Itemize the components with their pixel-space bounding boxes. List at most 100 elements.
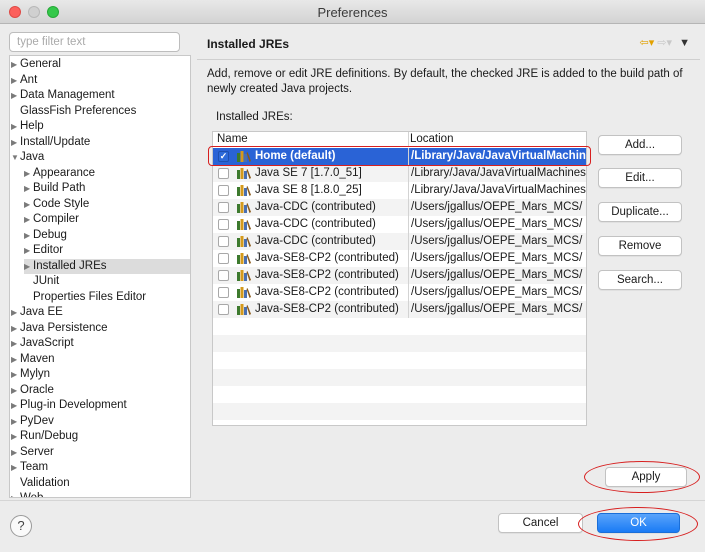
tree-item[interactable]: ▶ Ant (11, 73, 37, 89)
tree-item[interactable]: Validation (11, 476, 70, 492)
table-row[interactable]: Java-CDC (contributed) /Users/jgallus/OEP… (213, 233, 586, 250)
column-header-location[interactable]: Location (410, 133, 453, 145)
apply-button[interactable]: Apply (605, 467, 687, 487)
jre-library-icon (237, 270, 251, 281)
collapsed-arrow-icon[interactable]: ▶ (11, 57, 20, 73)
tree-item[interactable]: ▶ PyDev (11, 414, 54, 430)
column-header-name[interactable]: Name (217, 133, 248, 145)
table-row[interactable]: ✓ Home (default) /Library/Java/JavaVirtual… (213, 148, 586, 165)
collapsed-arrow-icon[interactable]: ▶ (24, 228, 33, 244)
table-row[interactable]: Java SE 7 [1.7.0_51] /Library/Java/JavaVi… (213, 165, 586, 182)
collapsed-arrow-icon[interactable]: ▶ (11, 135, 20, 151)
collapsed-arrow-icon[interactable]: ▶ (11, 398, 20, 414)
jre-checkbox[interactable] (218, 185, 229, 196)
jre-checkbox[interactable]: ✓ (218, 151, 229, 162)
table-row[interactable]: Java-CDC (contributed) /Users/jgallus/OEP… (213, 216, 586, 233)
jre-name-cell: Java-SE8-CP2 (contributed) (255, 303, 399, 315)
column-divider[interactable] (408, 132, 409, 147)
tree-item[interactable]: GlassFish Preferences (11, 104, 136, 120)
table-row[interactable]: Java-SE8-CP2 (contributed) /Users/jgallus… (213, 250, 586, 267)
tree-item[interactable]: ▶ Help (11, 119, 44, 135)
installed-jres-table[interactable]: Name Location ✓ Home (default) /Library/Ja… (212, 131, 587, 426)
preference-tree[interactable]: ▶ General ▶ Ant ▶ Data Management GlassFish Pr… (9, 55, 191, 498)
collapsed-arrow-icon[interactable]: ▶ (11, 336, 20, 352)
table-row[interactable]: Java SE 8 [1.8.0_25] /Library/Java/JavaVi… (213, 182, 586, 199)
jre-checkbox[interactable] (218, 219, 229, 230)
collapsed-arrow-icon[interactable]: ▶ (24, 166, 33, 182)
jre-checkbox[interactable] (218, 236, 229, 247)
tree-item[interactable]: ▶ Team (11, 460, 48, 476)
collapsed-arrow-icon[interactable]: ▶ (11, 305, 20, 321)
jre-checkbox[interactable] (218, 270, 229, 281)
tree-item[interactable]: ▶ Maven (11, 352, 55, 368)
table-row[interactable]: Java-SE8-CP2 (contributed) /Users/jgallus… (213, 267, 586, 284)
filter-input[interactable]: type filter text (9, 32, 180, 52)
tree-item[interactable]: ▶Web (11, 491, 43, 497)
tree-item[interactable]: ▼Java (11, 150, 44, 166)
tree-item[interactable]: ▶ Run/Debug (11, 429, 78, 445)
jre-name-cell: Java-CDC (contributed) (255, 235, 376, 247)
collapsed-arrow-icon[interactable]: ▶ (11, 73, 20, 89)
tree-item[interactable]: ▶ Installed JREs (24, 258, 190, 275)
collapsed-arrow-icon[interactable]: ▶ (24, 212, 33, 228)
search-button[interactable]: Search... (598, 270, 682, 290)
jre-checkbox[interactable] (218, 304, 229, 315)
tree-item[interactable]: ▶ Editor (24, 243, 63, 259)
collapsed-arrow-icon[interactable]: ▶ (24, 259, 33, 275)
jre-checkbox[interactable] (218, 287, 229, 298)
tree-item[interactable]: ▶ General (11, 57, 61, 73)
help-icon[interactable]: ? (10, 515, 32, 537)
jre-checkbox[interactable] (218, 202, 229, 213)
table-row[interactable]: Java-SE8-CP2 (contributed) /Users/jgallus… (213, 284, 586, 301)
collapsed-arrow-icon[interactable]: ▶ (11, 383, 20, 399)
collapsed-arrow-icon[interactable]: ▶ (11, 460, 20, 476)
table-row[interactable]: Java-CDC (contributed) /Users/jgallus/OEP… (213, 199, 586, 216)
forward-arrow-icon[interactable]: ⇨▾ (657, 37, 672, 49)
cancel-button[interactable]: Cancel (498, 513, 583, 533)
expanded-arrow-icon[interactable]: ▼ (11, 150, 20, 166)
tree-item-label: PyDev (20, 414, 54, 427)
collapsed-arrow-icon[interactable]: ▶ (24, 197, 33, 213)
collapsed-arrow-icon[interactable]: ▶ (11, 352, 20, 368)
tree-item[interactable]: ▶ JavaScript (11, 336, 74, 352)
remove-button[interactable]: Remove (598, 236, 682, 256)
add-button[interactable]: Add... (598, 135, 682, 155)
jre-library-icon (237, 236, 251, 247)
tree-item[interactable]: ▶ Install/Update (11, 135, 90, 151)
table-row[interactable]: Java-SE8-CP2 (contributed) /Users/jgallus… (213, 301, 586, 318)
tree-item[interactable]: ▶ Mylyn (11, 367, 50, 383)
tree-item[interactable]: JUnit (24, 274, 59, 290)
collapsed-arrow-icon[interactable]: ▶ (24, 243, 33, 259)
back-arrow-icon[interactable]: ⇦▾ (639, 37, 654, 49)
ok-button[interactable]: OK (597, 513, 680, 533)
tree-item[interactable]: ▶ Plug-in Development (11, 398, 127, 414)
tree-item[interactable]: ▶ Server (11, 445, 54, 461)
view-menu-icon[interactable]: ▼ (679, 37, 690, 49)
collapsed-arrow-icon[interactable]: ▶ (11, 321, 20, 337)
collapsed-arrow-icon[interactable]: ▶ (11, 367, 20, 383)
collapsed-arrow-icon[interactable]: ▶ (11, 88, 20, 104)
tree-item[interactable]: ▶ Debug (24, 228, 67, 244)
collapsed-arrow-icon[interactable]: ▶ (11, 429, 20, 445)
jre-name-cell: Home (default) (255, 150, 336, 162)
tree-item[interactable]: ▶ Code Style (24, 197, 89, 213)
tree-item[interactable]: ▶ Appearance (24, 166, 95, 182)
tree-item[interactable]: ▶ Data Management (11, 88, 115, 104)
collapsed-arrow-icon[interactable]: ▶ (11, 414, 20, 430)
collapsed-arrow-icon[interactable]: ▶ (11, 119, 20, 135)
collapsed-arrow-icon[interactable]: ▶ (11, 445, 20, 461)
jre-library-icon (237, 287, 251, 298)
tree-item[interactable]: ▶ Compiler (24, 212, 79, 228)
duplicate-button[interactable]: Duplicate... (598, 202, 682, 222)
collapsed-arrow-icon[interactable]: ▶ (11, 491, 20, 497)
tree-item[interactable]: Properties Files Editor (24, 290, 146, 306)
tree-item-label: Java EE (20, 306, 63, 318)
collapsed-arrow-icon[interactable]: ▶ (24, 181, 33, 197)
tree-item[interactable]: ▶ Java EE (11, 305, 63, 321)
tree-item[interactable]: ▶ Oracle (11, 383, 54, 399)
tree-item[interactable]: ▶ Build Path (24, 181, 85, 197)
edit-button[interactable]: Edit... (598, 168, 682, 188)
tree-item[interactable]: ▶ Java Persistence (11, 321, 108, 337)
jre-checkbox[interactable] (218, 168, 229, 179)
jre-checkbox[interactable] (218, 253, 229, 264)
